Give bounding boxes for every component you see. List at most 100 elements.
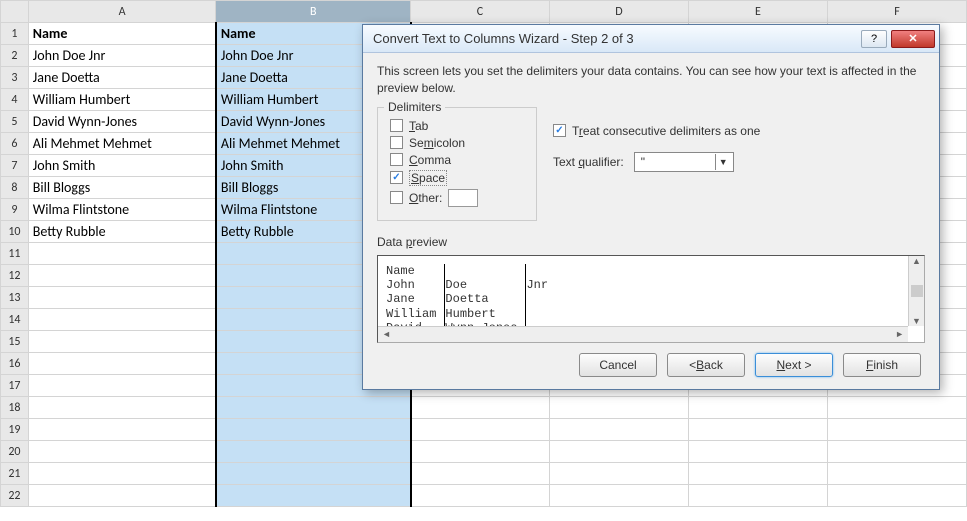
cell[interactable] <box>549 397 688 419</box>
row-header[interactable]: 12 <box>1 265 29 287</box>
delimiter-space-row[interactable]: Space <box>390 170 524 186</box>
cell[interactable]: John Smith <box>28 155 216 177</box>
checkbox-space[interactable] <box>390 171 403 184</box>
cell[interactable] <box>827 485 966 507</box>
cell[interactable] <box>688 419 827 441</box>
col-header-D[interactable]: D <box>549 1 688 23</box>
cell[interactable] <box>827 463 966 485</box>
row-header[interactable]: 21 <box>1 463 29 485</box>
cell[interactable] <box>688 485 827 507</box>
cell[interactable]: Ali Mehmet Mehmet <box>28 133 216 155</box>
cell[interactable]: Name <box>28 23 216 45</box>
cell[interactable] <box>216 463 411 485</box>
cancel-button[interactable]: Cancel <box>579 353 657 377</box>
delimiter-comma-row[interactable]: Comma <box>390 153 524 167</box>
help-button[interactable]: ? <box>861 30 887 48</box>
cell[interactable]: Jane Doetta <box>28 67 216 89</box>
cell[interactable] <box>827 397 966 419</box>
row-header[interactable]: 18 <box>1 397 29 419</box>
cell[interactable] <box>216 485 411 507</box>
select-all-corner[interactable] <box>1 1 29 23</box>
cell[interactable] <box>688 397 827 419</box>
cell[interactable] <box>411 485 550 507</box>
row-header[interactable]: 20 <box>1 441 29 463</box>
cell[interactable] <box>28 441 216 463</box>
cell[interactable] <box>28 287 216 309</box>
cell[interactable]: Bill Bloggs <box>28 177 216 199</box>
cell[interactable] <box>28 419 216 441</box>
cell[interactable] <box>216 441 411 463</box>
delimiter-other-row[interactable]: Other: <box>390 189 524 207</box>
cell[interactable] <box>28 331 216 353</box>
row-header[interactable]: 8 <box>1 177 29 199</box>
preview-vertical-scrollbar[interactable]: ▲▼ <box>908 256 924 326</box>
cell[interactable] <box>28 309 216 331</box>
row-header[interactable]: 2 <box>1 45 29 67</box>
text-qualifier-combo[interactable]: " ▼ <box>634 152 734 172</box>
checkbox-treat-consecutive[interactable] <box>553 124 566 137</box>
cell[interactable] <box>549 419 688 441</box>
cell[interactable] <box>549 463 688 485</box>
row-header[interactable]: 14 <box>1 309 29 331</box>
row-header[interactable]: 19 <box>1 419 29 441</box>
cell[interactable] <box>216 419 411 441</box>
row-header[interactable]: 4 <box>1 89 29 111</box>
cell[interactable] <box>688 463 827 485</box>
row-header[interactable]: 10 <box>1 221 29 243</box>
cell[interactable] <box>28 463 216 485</box>
cell[interactable] <box>216 397 411 419</box>
cell[interactable] <box>28 265 216 287</box>
col-header-E[interactable]: E <box>688 1 827 23</box>
delimiter-tab-row[interactable]: Tab <box>390 119 524 133</box>
row-header[interactable]: 13 <box>1 287 29 309</box>
cell[interactable] <box>411 419 550 441</box>
row-header[interactable]: 9 <box>1 199 29 221</box>
row-header[interactable]: 1 <box>1 23 29 45</box>
row-header[interactable]: 6 <box>1 133 29 155</box>
cell[interactable] <box>411 441 550 463</box>
col-header-A[interactable]: A <box>28 1 216 23</box>
row-header[interactable]: 17 <box>1 375 29 397</box>
col-header-F[interactable]: F <box>827 1 966 23</box>
finish-button[interactable]: Finish <box>843 353 921 377</box>
checkbox-semicolon[interactable] <box>390 136 403 149</box>
cell[interactable]: David Wynn-Jones <box>28 111 216 133</box>
cell[interactable] <box>549 485 688 507</box>
chevron-down-icon[interactable]: ▼ <box>715 154 731 170</box>
next-button[interactable]: Next > <box>755 353 833 377</box>
cell[interactable] <box>688 441 827 463</box>
checkbox-comma[interactable] <box>390 153 403 166</box>
cell[interactable] <box>28 353 216 375</box>
other-delimiter-input[interactable] <box>448 189 478 207</box>
delimiter-semicolon-row[interactable]: Semicolon <box>390 136 524 150</box>
col-header-B[interactable]: B <box>216 1 411 23</box>
row-header[interactable]: 15 <box>1 331 29 353</box>
cell[interactable]: John Doe Jnr <box>28 45 216 67</box>
cell[interactable] <box>827 419 966 441</box>
dialog-titlebar[interactable]: Convert Text to Columns Wizard - Step 2 … <box>363 25 939 53</box>
cell[interactable] <box>28 375 216 397</box>
cell[interactable]: Betty Rubble <box>28 221 216 243</box>
back-button[interactable]: < Back <box>667 353 745 377</box>
cell[interactable] <box>28 485 216 507</box>
cell[interactable] <box>28 397 216 419</box>
cell[interactable] <box>411 397 550 419</box>
col-header-C[interactable]: C <box>411 1 550 23</box>
preview-horizontal-scrollbar[interactable]: ◄► <box>378 326 908 342</box>
cell[interactable]: William Humbert <box>28 89 216 111</box>
cell[interactable]: Wilma Flintstone <box>28 199 216 221</box>
row-header[interactable]: 22 <box>1 485 29 507</box>
treat-consecutive-row[interactable]: Treat consecutive delimiters as one <box>553 124 760 138</box>
checkbox-tab[interactable] <box>390 119 403 132</box>
cell[interactable] <box>549 441 688 463</box>
row-header[interactable]: 11 <box>1 243 29 265</box>
checkbox-other[interactable] <box>390 191 403 204</box>
close-button[interactable]: ✕ <box>891 30 935 48</box>
row-header[interactable]: 5 <box>1 111 29 133</box>
cell[interactable] <box>28 243 216 265</box>
cell[interactable] <box>411 463 550 485</box>
row-header[interactable]: 7 <box>1 155 29 177</box>
row-header[interactable]: 16 <box>1 353 29 375</box>
cell[interactable] <box>827 441 966 463</box>
row-header[interactable]: 3 <box>1 67 29 89</box>
